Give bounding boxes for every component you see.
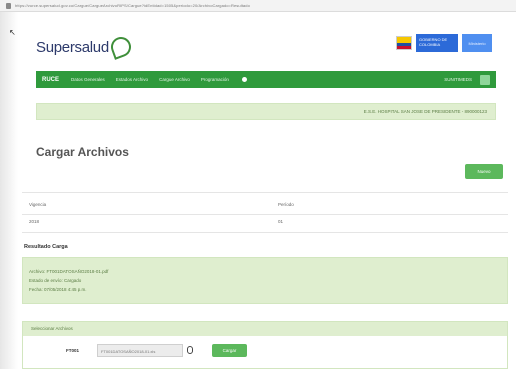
file-input[interactable]: FT001DATOSAÑO2018-01.xls [97, 344, 183, 357]
entity-name: E.S.E. HOSPITAL SAN JOSE DE PRESIDENTE -… [363, 109, 487, 114]
table-row[interactable]: 2018 01 [22, 219, 508, 230]
nav-item-estados-archivo[interactable]: Estados Archivo [116, 77, 148, 82]
upload-button-label: Cargar [222, 348, 237, 353]
supersalud-logo[interactable]: Supersalud [36, 34, 134, 60]
divider [22, 214, 508, 215]
attach-file-icon[interactable] [187, 346, 193, 354]
upload-label: FT001 [66, 348, 80, 353]
column-header-periodo: Período [278, 202, 294, 207]
cell-vigencia: 2018 [29, 219, 40, 224]
colombia-flag-icon [396, 36, 412, 50]
info-icon[interactable] [241, 77, 247, 82]
divider [22, 192, 508, 193]
nav-username[interactable]: SUNITIMEDS [444, 77, 472, 82]
cell-periodo: 01 [278, 219, 284, 224]
gov-badge[interactable]: GOBIERNO DE COLOMBIA [416, 34, 458, 52]
result-title: Resultado Carga [24, 244, 68, 250]
result-line-status: Estado de envío: Cargado [29, 278, 82, 283]
government-banner[interactable]: GOBIERNO DE COLOMBIA Ministerio [396, 34, 492, 52]
new-button[interactable]: Nuevo [465, 164, 503, 179]
nav-item-programacion[interactable]: Programación [201, 77, 229, 82]
result-line-date: Fecha: 07/05/2018 4:45 p.m. [29, 287, 87, 292]
url-text[interactable]: https://vurce.supersalud.gov.co/Cargue/C… [15, 3, 250, 8]
user-menu-icon[interactable] [480, 74, 490, 85]
upload-row: FT001 FT001DATOSAÑO2018-01.xls Cargar [23, 344, 509, 358]
column-header-vigencia: Vigencia [29, 202, 47, 207]
upload-button[interactable]: Cargar [212, 344, 247, 357]
main-navbar: RUCE Datos Generales Estados Archivo Car… [36, 71, 496, 88]
logo-text: Supersalud [36, 38, 109, 56]
result-panel: Archivo: FT001DATOSAÑO2018-01.pdf Estado… [22, 257, 508, 304]
new-button-label: Nuevo [477, 169, 491, 174]
leaf-icon [108, 34, 134, 60]
mouse-cursor-icon: ↖ [9, 28, 16, 37]
entity-info-bar: E.S.E. HOSPITAL SAN JOSE DE PRESIDENTE -… [36, 103, 496, 120]
nav-item-datos-generales[interactable]: Datos Generales [71, 77, 105, 82]
upload-panel-header: Seleccionar Archivos [23, 322, 507, 336]
result-line-file: Archivo: FT001DATOSAÑO2018-01.pdf [29, 269, 109, 274]
nav-brand[interactable]: RUCE [42, 77, 59, 83]
ministry-badge[interactable]: Ministerio [462, 34, 492, 52]
upload-panel: Seleccionar Archivos FT001 FT001DATOSAÑO… [22, 321, 508, 369]
nav-item-cargue-archivo[interactable]: Cargue Archivo [159, 77, 190, 82]
page-side-shadow [0, 12, 18, 369]
browser-address-bar[interactable]: https://vurce.supersalud.gov.co/Cargue/C… [0, 0, 516, 12]
page-title: Cargar Archivos [36, 145, 129, 159]
divider [22, 232, 508, 233]
table-header-row: Vigencia Período [22, 202, 508, 213]
lock-icon [6, 2, 11, 9]
